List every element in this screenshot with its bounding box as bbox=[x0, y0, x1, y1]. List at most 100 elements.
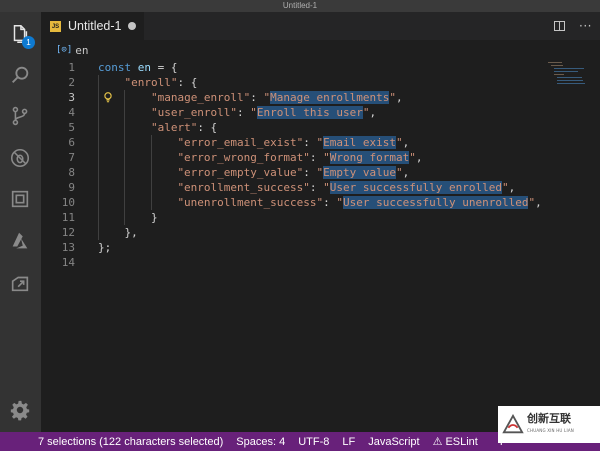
more-actions-icon[interactable]: ··· bbox=[579, 20, 592, 32]
code-token: : bbox=[303, 136, 317, 149]
watermark-subtext: CHUANG XIN HU LIAN bbox=[527, 427, 574, 433]
code-line[interactable]: 12}, bbox=[41, 225, 600, 240]
line-number: 14 bbox=[61, 256, 75, 269]
line-number: 12 bbox=[61, 226, 75, 239]
code-token: " bbox=[323, 151, 330, 164]
code-token: " bbox=[501, 181, 509, 194]
code-token: "user_enroll" bbox=[150, 106, 238, 119]
code-line[interactable]: 8 "error_empty_value": "Empty value", bbox=[41, 165, 600, 180]
selection-status[interactable]: 7 selections (122 characters selected) bbox=[38, 436, 223, 448]
code-token: " bbox=[362, 106, 370, 119]
selected-text: User successfully enrolled bbox=[329, 181, 502, 194]
line-code: "error_wrong_format": "Wrong format", bbox=[177, 150, 423, 165]
code-token: : bbox=[309, 151, 324, 164]
line-code: "manage_enroll": "Manage enrollments", bbox=[151, 90, 403, 105]
selected-text: Wrong format bbox=[329, 151, 410, 164]
split-editor-icon[interactable] bbox=[554, 21, 566, 31]
code-token: "error_wrong_format" bbox=[177, 151, 310, 164]
line-number: 2 bbox=[68, 76, 75, 89]
line-code: const en = { bbox=[98, 60, 178, 75]
gear-icon[interactable] bbox=[6, 396, 34, 424]
line-number: 1 bbox=[68, 61, 75, 74]
line-number: 10 bbox=[61, 196, 75, 209]
code-token: : bbox=[237, 106, 251, 119]
variable-symbol-icon: [⊙] bbox=[56, 45, 73, 55]
code-token: , bbox=[415, 151, 423, 164]
code-token: "enrollment_success" bbox=[177, 181, 310, 194]
code-line[interactable]: 13}; bbox=[41, 240, 600, 255]
line-number: 13 bbox=[61, 241, 75, 254]
code-token: = { bbox=[151, 61, 178, 74]
selected-text: Empty value bbox=[323, 166, 397, 179]
code-token: "alert" bbox=[150, 121, 198, 134]
code-token: "error_email_exist" bbox=[177, 136, 304, 149]
code-editor[interactable]: 1 const en = {2 "enroll": {3 "manage_enroll… bbox=[41, 60, 600, 280]
line-number: 11 bbox=[61, 211, 75, 224]
breadcrumb[interactable]: [⊙] en bbox=[56, 43, 89, 57]
code-line[interactable]: 14 bbox=[41, 255, 600, 270]
encoding-status[interactable]: UTF-8 bbox=[298, 436, 329, 448]
code-token: " bbox=[409, 151, 416, 164]
code-line[interactable]: 6 "error_email_exist": "Email exist", bbox=[41, 135, 600, 150]
code-line[interactable]: 1 const en = { bbox=[41, 60, 600, 75]
line-number: 8 bbox=[68, 166, 75, 179]
line-number: 5 bbox=[68, 121, 75, 134]
language-mode-status[interactable]: JavaScript bbox=[368, 436, 419, 448]
line-code: }; bbox=[98, 240, 111, 255]
code-token: " bbox=[396, 166, 403, 179]
eol-status[interactable]: LF bbox=[342, 436, 355, 448]
selected-text: Email exist bbox=[323, 136, 397, 149]
watermark-logo: 创新互联 CHUANG XIN HU LIAN bbox=[498, 406, 600, 443]
code-token: " bbox=[323, 181, 330, 194]
lightbulb-icon[interactable] bbox=[103, 92, 113, 103]
source-control-icon[interactable] bbox=[6, 102, 34, 130]
eslint-status[interactable]: ⚠ ESLint bbox=[433, 435, 478, 448]
editor-actions: ··· bbox=[554, 12, 592, 40]
selected-text: User successfully unenrolled bbox=[343, 196, 529, 209]
code-token: }, bbox=[124, 226, 138, 239]
debug-icon[interactable] bbox=[6, 144, 34, 172]
code-token: : bbox=[309, 181, 324, 194]
warning-icon: ⚠ bbox=[432, 436, 443, 448]
code-line[interactable]: 3 "manage_enroll": "Manage enrollments", bbox=[41, 90, 600, 105]
line-code: "user_enroll": "Enroll this user", bbox=[151, 105, 376, 120]
code-line[interactable]: 9 "enrollment_success": "User successfull… bbox=[41, 180, 600, 195]
live-share-icon[interactable] bbox=[6, 269, 34, 297]
code-token: : bbox=[303, 166, 317, 179]
watermark-text: 创新互联 bbox=[527, 411, 571, 425]
code-token: , bbox=[396, 91, 403, 104]
code-line[interactable]: 10 "unenrollment_success": "User successf… bbox=[41, 195, 600, 210]
code-line[interactable]: 5 "alert": { bbox=[41, 120, 600, 135]
code-line[interactable]: 7 "error_wrong_format": "Wrong format", bbox=[41, 150, 600, 165]
code-token: , bbox=[402, 166, 410, 179]
line-code: "error_empty_value": "Empty value", bbox=[177, 165, 409, 180]
code-line[interactable]: 4 "user_enroll": "Enroll this user", bbox=[41, 105, 600, 120]
unsaved-dot-icon[interactable] bbox=[128, 22, 136, 30]
title-bar: Untitled-1 bbox=[0, 0, 600, 12]
code-token: : bbox=[250, 91, 264, 104]
azure-icon[interactable] bbox=[6, 227, 34, 255]
code-token: } bbox=[150, 211, 158, 224]
tab-strip: JS Untitled-1 ··· bbox=[41, 12, 600, 40]
watermark-icon bbox=[502, 413, 524, 433]
search-icon[interactable] bbox=[6, 61, 34, 89]
code-token: const bbox=[98, 61, 132, 74]
code-token: : bbox=[323, 196, 337, 209]
line-code: "alert": { bbox=[151, 120, 217, 135]
selected-text: Manage enrollments bbox=[270, 91, 390, 104]
code-token: " bbox=[250, 106, 257, 119]
line-number: 7 bbox=[68, 151, 75, 164]
code-token: "manage_enroll" bbox=[150, 91, 251, 104]
tab-untitled-1[interactable]: JS Untitled-1 bbox=[41, 12, 144, 40]
extensions-icon[interactable] bbox=[6, 185, 34, 213]
line-number: 9 bbox=[68, 181, 75, 194]
indentation-status[interactable]: Spaces: 4 bbox=[236, 436, 285, 448]
code-line[interactable]: 11} bbox=[41, 210, 600, 225]
editor-scrollbar[interactable] bbox=[590, 40, 600, 432]
javascript-file-icon: JS bbox=[50, 20, 61, 32]
minimap[interactable] bbox=[548, 60, 588, 90]
activity-bar: 1 bbox=[0, 12, 41, 432]
explorer-icon[interactable]: 1 bbox=[6, 20, 35, 49]
code-line[interactable]: 2 "enroll": { bbox=[41, 75, 600, 90]
